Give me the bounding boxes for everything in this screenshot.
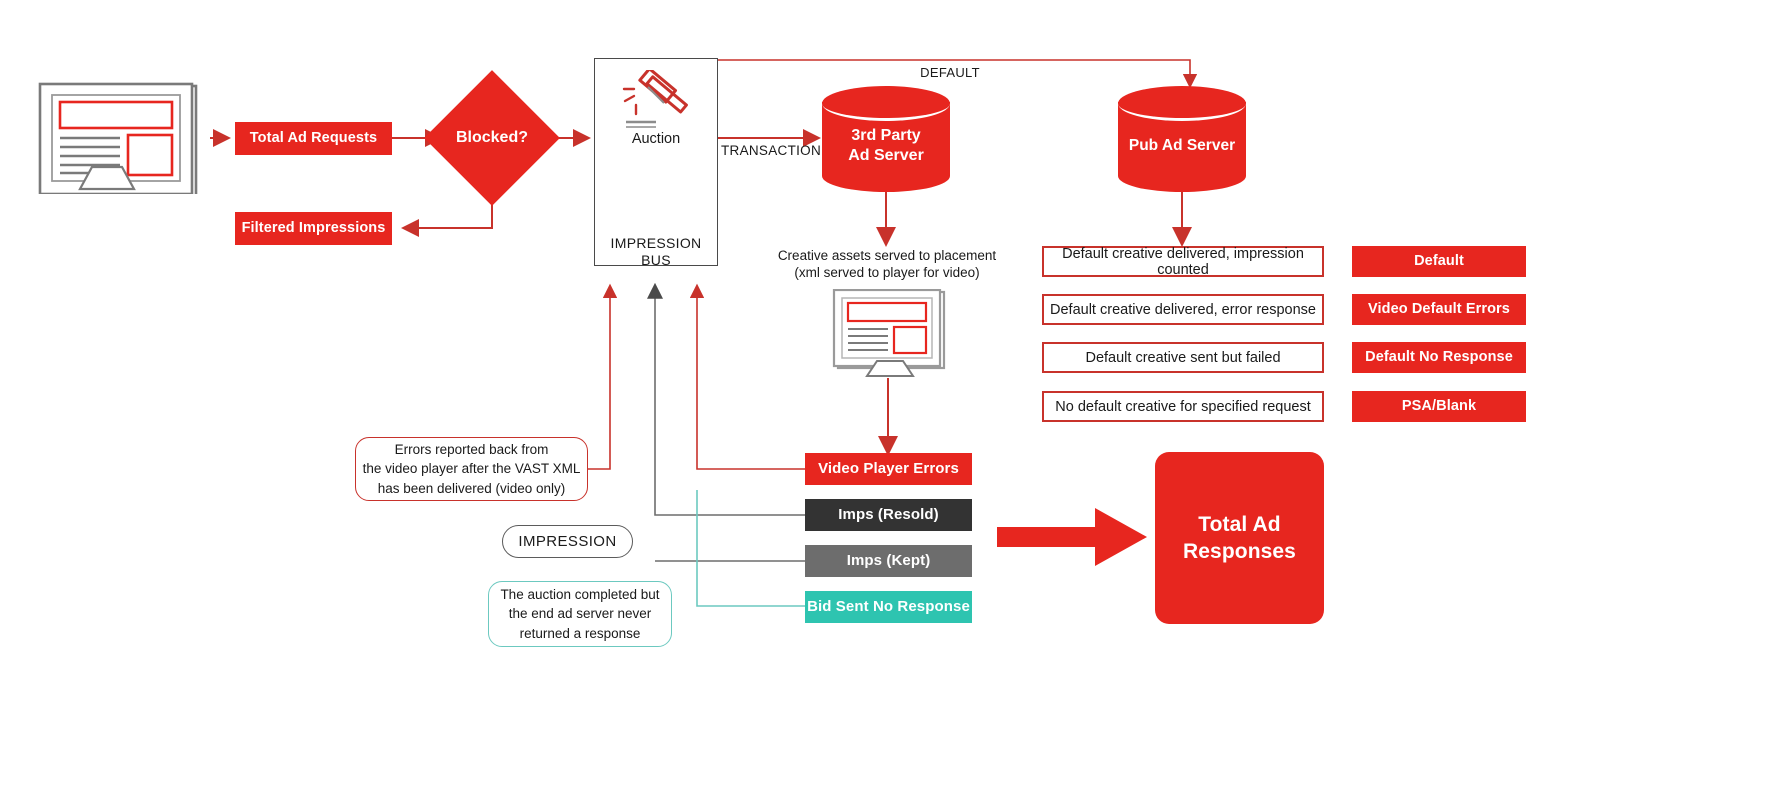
creative-assets-annotation: Creative assets served to placement (xml… (762, 248, 1012, 284)
node-total-ad-requests-label: Total Ad Requests (249, 129, 378, 146)
callout-no-response-line-3: returned a response (519, 625, 641, 641)
result-bar-label: Imps (Resold) (838, 506, 939, 523)
monitor-stand-icon (865, 360, 915, 377)
gavel-icon (622, 70, 688, 128)
outcome-box[interactable]: Default creative sent but failed (1042, 342, 1324, 373)
node-third-party-ad-server[interactable]: 3rd Party Ad Server (822, 86, 950, 192)
result-bar-imps-kept[interactable]: Imps (Kept) (805, 545, 972, 577)
legend-item-label: Default (1414, 252, 1464, 269)
outcome-box-label: Default creative delivered, error respon… (1050, 301, 1316, 318)
legend-item-label: Video Default Errors (1368, 300, 1510, 317)
callout-impression: IMPRESSION (502, 525, 633, 558)
outcome-box[interactable]: Default creative delivered, error respon… (1042, 294, 1324, 325)
node-filtered-impressions[interactable]: Filtered Impressions (235, 212, 392, 245)
impression-bus-label: IMPRESSION BUS (610, 234, 702, 269)
result-bar-bid-sent-no-response[interactable]: Bid Sent No Response (805, 591, 972, 623)
legend-item[interactable]: Default No Response (1352, 342, 1526, 373)
callout-no-response: The auction completed but the end ad ser… (488, 581, 672, 647)
callout-video-errors: Errors reported back from the video play… (355, 437, 588, 501)
node-total-ad-requests[interactable]: Total Ad Requests (235, 122, 392, 155)
legend-item[interactable]: PSA/Blank (1352, 391, 1526, 422)
result-bar-label: Imps (Kept) (846, 552, 931, 569)
result-bar-video-player-errors[interactable]: Video Player Errors (805, 453, 972, 485)
creative-assets-line-1: Creative assets served to placement (777, 248, 997, 263)
legend-item[interactable]: Video Default Errors (1352, 294, 1526, 325)
outcome-box-label: No default creative for specified reques… (1055, 398, 1311, 415)
diagram-canvas: Total Ad Requests Filtered Impressions B… (0, 0, 1776, 801)
callout-video-errors-line-2: the video player after the VAST XML (362, 461, 581, 477)
creative-assets-line-2: (xml served to player for video) (794, 264, 980, 280)
outcome-box-label: Default creative sent but failed (1085, 349, 1281, 366)
node-total-ad-responses[interactable]: Total Ad Responses (1155, 452, 1324, 624)
monitor-stand-icon (78, 165, 136, 191)
outcome-box[interactable]: Default creative delivered, impression c… (1042, 245, 1324, 278)
callout-impression-label: IMPRESSION (518, 532, 617, 550)
result-bar-label: Video Player Errors (818, 460, 959, 477)
result-bar-imps-resold[interactable]: Imps (Resold) (805, 499, 972, 531)
outcome-box-label: Default creative delivered, impression c… (1062, 245, 1304, 278)
total-ad-responses-line-2: Responses (1183, 540, 1296, 563)
node-pub-ad-server[interactable]: Pub Ad Server (1118, 86, 1246, 192)
legend-item-label: Default No Response (1365, 348, 1513, 365)
node-filtered-impressions-label: Filtered Impressions (241, 219, 386, 236)
legend-item[interactable]: Default (1352, 246, 1526, 277)
legend-item-label: PSA/Blank (1401, 397, 1477, 414)
callout-no-response-line-2: the end ad server never (508, 606, 652, 622)
result-bar-label: Bid Sent No Response (807, 598, 970, 615)
big-arrow-icon (997, 508, 1147, 566)
auction-label: Auction (631, 130, 681, 147)
node-third-party-ad-server-label: 3rd Party Ad Server (848, 127, 924, 164)
outcome-box[interactable]: No default creative for specified reques… (1042, 391, 1324, 422)
edge-label-default: DEFAULT (920, 64, 980, 80)
callout-no-response-line-1: The auction completed but (500, 587, 660, 603)
edge-label-transaction: TRANSACTION (720, 142, 822, 158)
node-pub-ad-server-label: Pub Ad Server (1128, 137, 1236, 155)
total-ad-responses-line-1: Total Ad (1198, 512, 1281, 536)
callout-video-errors-line-3: has been delivered (video only) (377, 480, 566, 496)
decision-blocked-shape[interactable] (424, 70, 560, 206)
callout-video-errors-line-1: Errors reported back from (394, 442, 549, 458)
